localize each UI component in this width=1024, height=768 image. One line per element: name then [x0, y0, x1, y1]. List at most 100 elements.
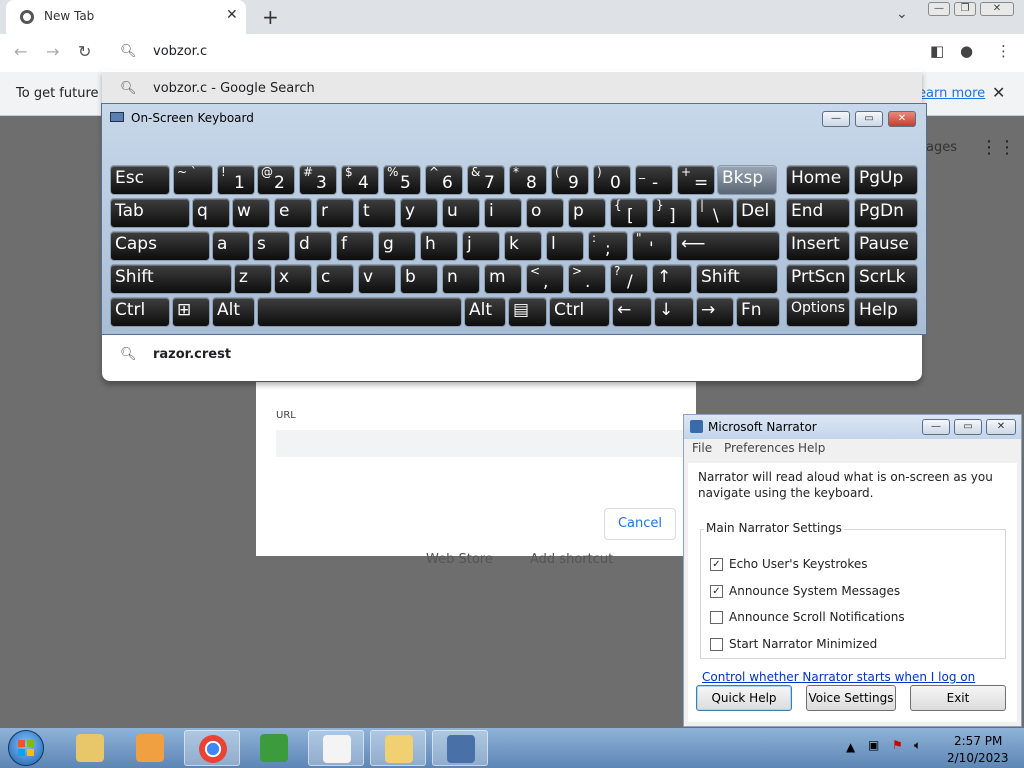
osk-key-[interactable]: }]	[652, 198, 692, 228]
osk-taskbar-button[interactable]	[432, 730, 488, 766]
osk-key-caps[interactable]: Caps	[110, 231, 210, 261]
osk-key-a[interactable]: a	[212, 231, 250, 261]
osk-key-[interactable]: _ -	[635, 165, 673, 195]
checkbox-box[interactable]	[710, 611, 723, 624]
osk-key-k[interactable]: k	[504, 231, 542, 261]
apps-grid-icon[interactable]: ⋮⋮⋮	[980, 137, 1024, 158]
clock-time[interactable]: 2:57 PM	[954, 734, 1002, 748]
osk-key-d[interactable]: d	[294, 231, 332, 261]
osk-key-[interactable]: {[	[610, 198, 648, 228]
osk-key-v[interactable]: v	[358, 264, 396, 294]
osk-key-u[interactable]: u	[442, 198, 480, 228]
osk-key-shift[interactable]: Shift	[110, 264, 232, 294]
osk-key-esc[interactable]: Esc	[110, 165, 170, 195]
new-tab-button[interactable]: +	[262, 5, 279, 29]
osk-key-t[interactable]: t	[358, 198, 396, 228]
voice-settings-button[interactable]: Voice Settings	[806, 685, 896, 711]
osk-key-pause[interactable]: Pause	[854, 231, 918, 261]
restore-button[interactable]: ❐	[954, 2, 976, 16]
osk-key-[interactable]: ? /	[610, 264, 648, 294]
osk-key-l[interactable]: l	[546, 231, 584, 261]
osk-key-[interactable]: ⊞	[172, 297, 210, 327]
osk-titlebar[interactable]: On-Screen Keyboard — ▭ ✕	[102, 104, 926, 132]
action-center-icon[interactable]: ⚑	[892, 738, 903, 752]
osk-key-b[interactable]: b	[400, 264, 438, 294]
osk-key-shift[interactable]: Shift	[696, 264, 778, 294]
suggestion-item[interactable]: 🔍︎ vobzor.c - Google Search	[102, 72, 922, 106]
exit-button[interactable]: Exit	[910, 685, 1006, 711]
osk-key-5[interactable]: % 5	[383, 165, 421, 195]
osk-key-i[interactable]: i	[484, 198, 522, 228]
checkbox-box[interactable]: ✓	[710, 585, 723, 598]
reload-icon[interactable]: ↻	[78, 42, 91, 61]
osk-key-o[interactable]: o	[526, 198, 564, 228]
profile-avatar-icon[interactable]: ●	[960, 42, 973, 60]
osk-key-c[interactable]: c	[316, 264, 354, 294]
osk-key-8[interactable]: * 8	[509, 165, 547, 195]
media-player-taskbar-button[interactable]	[122, 730, 178, 766]
narrator-startup-link[interactable]: Control whether Narrator starts when I l…	[702, 670, 975, 684]
osk-key-[interactable]: :;	[588, 231, 628, 261]
narrator-titlebar[interactable]: Microsoft Narrator — ▭ ✕	[684, 415, 1021, 439]
narrator-maximize-button[interactable]: ▭	[954, 419, 982, 435]
forward-arrow-icon[interactable]: →	[46, 42, 59, 61]
url-input[interactable]	[276, 430, 686, 457]
checkbox-box[interactable]	[710, 638, 723, 651]
tab-new-tab[interactable]: New Tab ✕	[6, 0, 246, 34]
chrome-taskbar-button[interactable]	[184, 730, 240, 766]
osk-key-end[interactable]: End	[786, 198, 850, 228]
checkbox-box[interactable]: ✓	[710, 558, 723, 571]
osk-key-insert[interactable]: Insert	[786, 231, 850, 261]
osk-key-[interactable]: >.	[568, 264, 606, 294]
osk-key-z[interactable]: z	[234, 264, 272, 294]
osk-key-r[interactable]: r	[316, 198, 354, 228]
osk-key-6[interactable]: ^ 6	[425, 165, 463, 195]
osk-key-[interactable]: ↑	[652, 264, 692, 294]
osk-maximize-button[interactable]: ▭	[855, 111, 883, 127]
osk-key-g[interactable]: g	[378, 231, 416, 261]
minimize-button[interactable]: —	[928, 2, 950, 16]
learn-more-link[interactable]: earn more	[918, 86, 985, 101]
osk-key-m[interactable]: m	[484, 264, 522, 294]
quick-help-button[interactable]: Quick Help	[696, 685, 792, 711]
network-icon[interactable]: ▣	[868, 738, 879, 752]
osk-key-scrlk[interactable]: ScrLk	[854, 264, 918, 294]
osk-key-bksp[interactable]: Bksp	[717, 165, 777, 195]
infobar-close-icon[interactable]: ✕	[992, 83, 1005, 102]
osk-key-j[interactable]: j	[462, 231, 500, 261]
osk-key-[interactable]: ↓	[654, 297, 694, 327]
osk-key-help[interactable]: Help	[854, 297, 918, 327]
osk-key-[interactable]: →	[696, 297, 734, 327]
osk-close-button[interactable]: ✕	[888, 111, 916, 127]
omnibox[interactable]: 🔍︎ vobzor.c	[102, 34, 922, 70]
osk-key-pgdn[interactable]: PgDn	[854, 198, 918, 228]
cancel-button[interactable]: Cancel	[604, 508, 676, 540]
osk-key-9[interactable]: (9	[551, 165, 589, 195]
osk-key-ctrl[interactable]: Ctrl	[110, 297, 170, 327]
explorer-taskbar-button[interactable]	[62, 730, 118, 766]
suggestion-item[interactable]: 🔍︎ razor.crest	[102, 338, 922, 372]
osk-key-y[interactable]: y	[400, 198, 438, 228]
osk-key-alt[interactable]: Alt	[212, 297, 255, 327]
sidepanel-icon[interactable]: ◧	[930, 42, 944, 60]
start-button[interactable]	[8, 730, 44, 766]
clock-date[interactable]: 2/10/2023	[947, 751, 1009, 765]
osk-key-w[interactable]: w	[232, 198, 270, 228]
osk-key-[interactable]: ⟵	[676, 231, 780, 261]
osk-key-del[interactable]: Del	[736, 198, 776, 228]
web-store-shortcut[interactable]: Web Store	[426, 552, 493, 567]
osk-key-h[interactable]: h	[420, 231, 458, 261]
osk-key-[interactable]: ▤	[508, 297, 547, 327]
osk-key-home[interactable]: Home	[786, 165, 850, 195]
narrator-close-button[interactable]: ✕	[986, 419, 1016, 435]
back-arrow-icon[interactable]: ←	[14, 42, 27, 61]
volume-icon[interactable]: 🔈︎	[914, 738, 921, 753]
osk-key-n[interactable]: n	[442, 264, 480, 294]
osk-key-0[interactable]: ) 0	[593, 165, 631, 195]
tab-close-icon[interactable]: ✕	[226, 7, 238, 23]
csharp-taskbar-button[interactable]	[246, 730, 302, 766]
osk-key-p[interactable]: p	[568, 198, 606, 228]
osk-key-q[interactable]: q	[192, 198, 230, 228]
osk-key-[interactable]: | \	[696, 198, 734, 228]
menu-preferences[interactable]: Preferences	[724, 441, 795, 455]
